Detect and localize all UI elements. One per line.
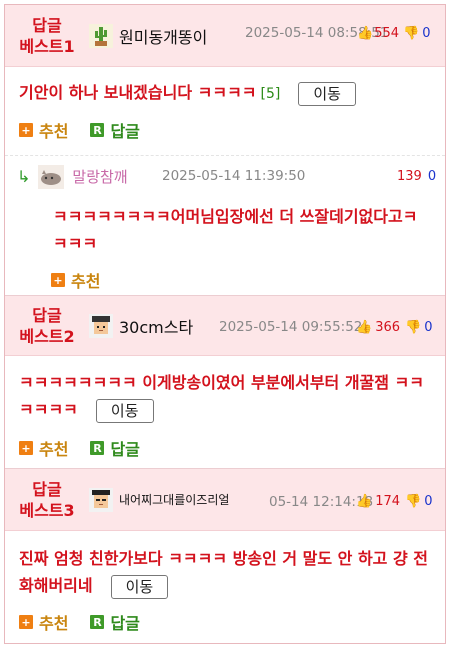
reply-label: 답글 — [110, 440, 140, 459]
reply-icon: R — [90, 123, 105, 137]
pixel-face-avatar-icon[interactable] — [89, 313, 113, 338]
comment-actions: + 추천 R 답글 — [5, 607, 162, 637]
comment-list: 답글 베스트1 원미동개똥이 2025-05-14 08:58:51 👍 554… — [4, 4, 446, 644]
plus-icon: + — [19, 441, 33, 455]
recommend-label: 추천 — [71, 272, 101, 291]
cat-avatar-icon[interactable] — [38, 164, 65, 189]
comment-actions: + 추천 R 답글 — [5, 433, 162, 463]
reply-icon: R — [90, 441, 105, 455]
thumbs-down-icon[interactable]: 👎 — [405, 320, 421, 335]
move-button[interactable]: 이동 — [298, 81, 356, 106]
recommend-label: 추천 — [39, 614, 69, 633]
reply-vote-counts: 139 0 — [397, 169, 436, 184]
best-badge-line2: 베스트3 — [19, 500, 75, 520]
reply-date: 2025-05-14 11:39:50 — [162, 168, 306, 184]
reply-button[interactable]: R 답글 — [90, 436, 140, 460]
reply-actions: + 추천 — [5, 263, 445, 297]
reply-body: ㅋㅋㅋㅋㅋㅋㅋㅋ어머님입장에선 더 쓰잘데기없다고ㅋㅋㅋㅋ — [5, 197, 445, 257]
comment-text: ㅋㅋㅋㅋㅋㅋㅋㅋ 이게방송이였어 부분에서부터 개꿀잼 ㅋㅋㅋㅋㅋㅋ — [19, 373, 425, 419]
comment-body: ㅋㅋㅋㅋㅋㅋㅋㅋ 이게방송이였어 부분에서부터 개꿀잼 ㅋㅋㅋㅋㅋㅋ 이동 — [5, 369, 445, 423]
thumbs-up-icon[interactable]: 👍 — [356, 320, 372, 335]
reply-label: 답글 — [110, 122, 140, 141]
comment-nickname[interactable]: 30cm스타 — [119, 314, 193, 338]
plus-icon: + — [19, 123, 33, 137]
best-badge: 답글 베스트2 — [5, 305, 89, 347]
reply-downvote-count: 0 — [427, 169, 437, 184]
thumbs-down-icon[interactable]: 👎 — [403, 26, 419, 41]
reply-icon: R — [90, 615, 105, 629]
upvote-count: 366 — [375, 320, 401, 335]
reply-button[interactable]: R 답글 — [90, 118, 140, 142]
best-badge: 답글 베스트3 — [5, 479, 89, 521]
upvote-count: 174 — [375, 494, 401, 509]
reply-arrow-icon: ↳ — [17, 167, 31, 186]
reply-nickname[interactable]: 말랑참깨 — [72, 166, 127, 187]
best-badge: 답글 베스트1 — [5, 15, 89, 57]
pixel-face-avatar-icon[interactable] — [89, 487, 113, 512]
best-badge-line2: 베스트2 — [19, 326, 75, 346]
comment-text: 진짜 엄청 친한가보다 ㅋㅋㅋㅋ 방송인 거 말도 안 하고 걍 전화해버리네 — [19, 549, 428, 595]
move-button[interactable]: 이동 — [110, 574, 169, 599]
downvote-count: 0 — [424, 494, 433, 509]
reply-button[interactable]: R 답글 — [90, 610, 140, 634]
plus-icon: + — [19, 615, 33, 629]
recommend-button[interactable]: + 추천 — [19, 118, 68, 142]
downvote-count: 0 — [424, 320, 433, 335]
move-button[interactable]: 이동 — [95, 398, 154, 423]
comment-nickname[interactable]: 내어찌그대를이즈리얼 — [119, 491, 229, 508]
comment-body: 기안이 하나 보내겠습니다 ㅋㅋㅋㅋ [5] 이동 — [5, 67, 445, 108]
best-badge-line2: 베스트1 — [19, 36, 75, 56]
reply-recommend-button[interactable]: + 추천 — [51, 268, 100, 292]
downvote-count: 0 — [422, 26, 431, 41]
best-comment-header-2: 답글 베스트2 30cm스타 2025-05-14 09:55:52 👍 366… — [5, 296, 445, 356]
best-badge-line1: 답글 — [32, 479, 62, 499]
thumbs-down-icon[interactable]: 👎 — [405, 494, 421, 509]
reply-text: ㅋㅋㅋㅋㅋㅋㅋㅋ어머님입장에선 더 쓰잘데기없다고ㅋㅋㅋㅋ — [53, 207, 418, 253]
comment-body: 진짜 엄청 친한가보다 ㅋㅋㅋㅋ 방송인 거 말도 안 하고 걍 전화해버리네 이… — [5, 545, 445, 599]
best-badge-line1: 답글 — [32, 15, 62, 35]
reply-label: 답글 — [110, 614, 140, 633]
reply-header: ↳ 말랑참깨 2025-05-14 11:39:50 139 0 — [5, 155, 445, 197]
best-comment-header-1: 답글 베스트1 원미동개똥이 2025-05-14 08:58:51 👍 554… — [5, 5, 445, 67]
vote-counts: 👍 554 👎 0 — [356, 26, 430, 41]
vote-counts: 👍 366 👎 0 — [355, 320, 432, 335]
recommend-button[interactable]: + 추천 — [19, 610, 68, 634]
thumbs-up-icon[interactable]: 👍 — [357, 26, 373, 41]
comment-nickname[interactable]: 원미동개똥이 — [119, 24, 207, 48]
vote-counts: 👍 174 👎 0 — [355, 494, 432, 509]
best-comment-header-3: 답글 베스트3 내어찌그대를이즈리얼 05-14 12:14:18 👍 174 … — [5, 469, 445, 531]
comment-actions: + 추천 R 답글 — [5, 112, 445, 148]
recommend-label: 추천 — [39, 440, 69, 459]
comment-date: 2025-05-14 09:55:52 — [219, 319, 363, 335]
thumbs-up-icon[interactable]: 👍 — [356, 494, 372, 509]
reply-count[interactable]: [5] — [261, 86, 281, 102]
best-badge-line1: 답글 — [32, 305, 62, 325]
upvote-count: 554 — [374, 26, 400, 41]
cactus-avatar-icon[interactable] — [89, 23, 113, 48]
recommend-label: 추천 — [39, 122, 69, 141]
recommend-button[interactable]: + 추천 — [19, 436, 68, 460]
reply-upvote-count: 139 — [397, 169, 422, 184]
plus-icon: + — [51, 273, 65, 287]
comment-text: 기안이 하나 보내겠습니다 ㅋㅋㅋㅋ — [19, 83, 257, 102]
